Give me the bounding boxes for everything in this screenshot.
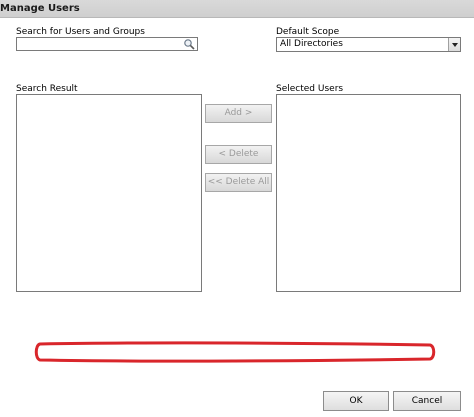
delete-all-button[interactable]: << Delete All: [205, 173, 272, 192]
selected-users-list[interactable]: [276, 94, 461, 292]
red-highlight-annotation: [34, 341, 436, 363]
default-scope-value: All Directories: [280, 39, 343, 49]
add-button[interactable]: Add >: [205, 104, 272, 123]
selected-users-label: Selected Users: [276, 84, 344, 94]
delete-button[interactable]: < Delete: [205, 145, 272, 164]
dialog-title: Manage Users: [0, 3, 80, 14]
chevron-down-icon[interactable]: [448, 38, 460, 51]
search-result-list[interactable]: [16, 94, 202, 292]
search-result-label: Search Result: [16, 84, 78, 94]
search-icon[interactable]: [183, 38, 195, 50]
search-label: Search for Users and Groups: [16, 27, 145, 37]
search-field[interactable]: [16, 37, 198, 51]
default-scope-label: Default Scope: [276, 27, 340, 37]
manage-users-dialog: Manage Users Search for Users and Groups…: [0, 0, 474, 417]
cancel-button[interactable]: Cancel: [393, 391, 461, 411]
search-input[interactable]: [17, 38, 181, 49]
ok-button[interactable]: OK: [323, 391, 389, 411]
default-scope-select[interactable]: All Directories: [276, 37, 461, 52]
title-bar: Manage Users: [0, 0, 474, 18]
